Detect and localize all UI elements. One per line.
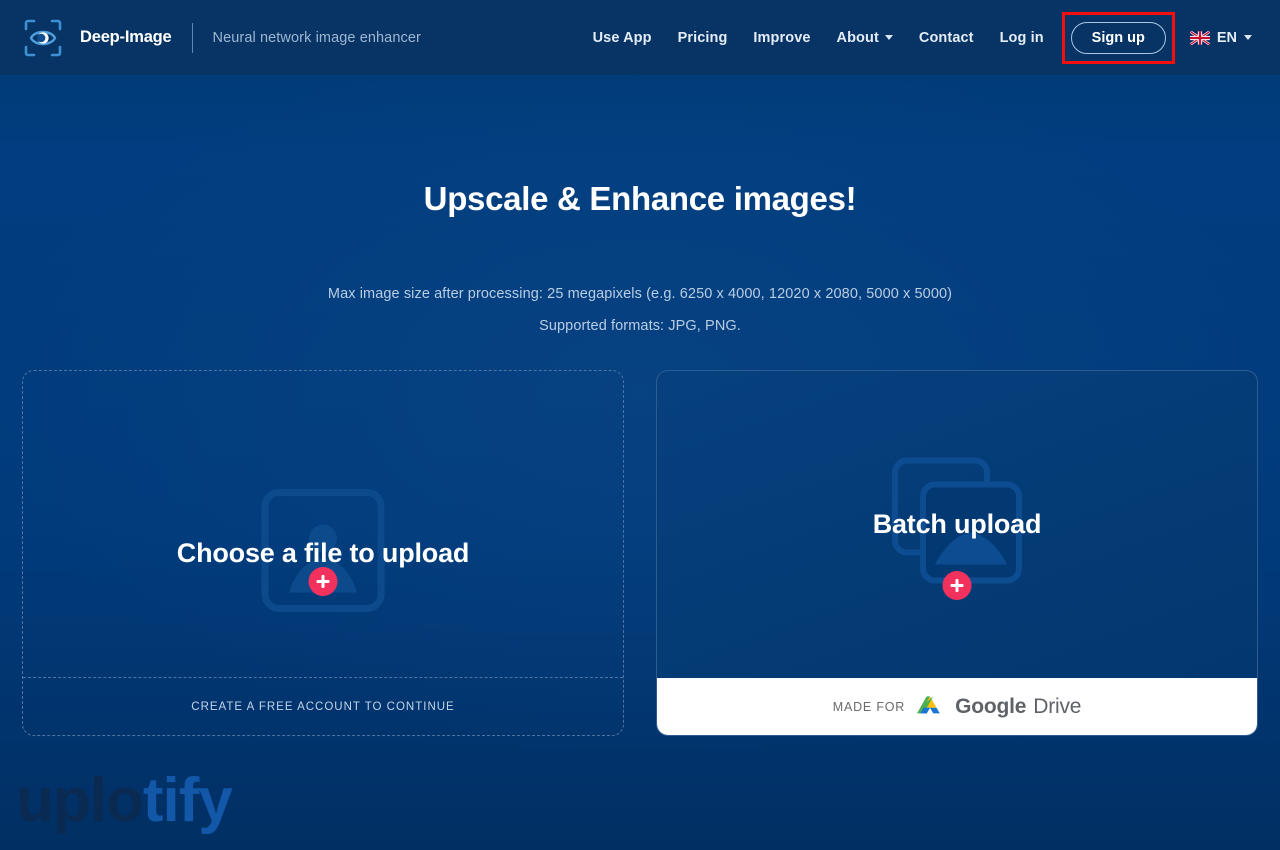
google-drive-footer: MADE FOR Google Drive: [657, 678, 1257, 735]
upload-cards: Choose a file to upload CREATE A FREE AC…: [22, 370, 1258, 736]
nav-label: About: [836, 29, 879, 46]
brand-divider: [191, 22, 193, 53]
language-selector[interactable]: EN: [1178, 22, 1262, 54]
hero-description: Max image size after processing: 25 mega…: [0, 278, 1280, 342]
batch-files-dropzone[interactable]: Batch upload: [657, 371, 1257, 678]
nav-item-log-in[interactable]: Log in: [987, 22, 1057, 54]
nav-item-pricing[interactable]: Pricing: [665, 22, 741, 54]
nav-item-improve[interactable]: Improve: [740, 22, 823, 54]
single-upload-title: Choose a file to upload: [176, 537, 470, 568]
add-batch-files-button[interactable]: [942, 571, 972, 600]
single-upload-card[interactable]: Choose a file to upload CREATE A FREE AC…: [22, 370, 624, 736]
nav-label: Pricing: [677, 29, 728, 46]
drive-word: Drive: [1033, 694, 1082, 718]
nav-label: Use App: [592, 29, 652, 46]
brand-logo[interactable]: Deep-Image Neural network image enhancer: [22, 17, 421, 59]
brand-name: Deep-Image: [80, 28, 172, 46]
chevron-down-icon: [1244, 35, 1252, 40]
batch-upload-dropzone-body: Batch upload: [657, 371, 1257, 678]
language-code: EN: [1216, 29, 1237, 46]
made-for-label: MADE FOR: [832, 699, 906, 714]
create-free-account-link[interactable]: CREATE A FREE ACCOUNT TO CONTINUE: [191, 701, 454, 713]
google-word: Google: [955, 694, 1027, 718]
brand-tagline: Neural network image enhancer: [212, 29, 421, 46]
batch-upload-card[interactable]: Batch upload MADE FOR Google Drive: [656, 370, 1258, 736]
main-navigation: Use App Pricing Improve About Contact Lo…: [580, 11, 1262, 64]
nav-label: Improve: [753, 29, 811, 46]
batch-upload-title: Batch upload: [872, 509, 1042, 539]
hero-section: Upscale & Enhance images! Max image size…: [0, 75, 1280, 342]
nav-label: Log in: [999, 29, 1044, 46]
page-title: Upscale & Enhance images!: [423, 180, 857, 217]
watermark-part-one: uplo: [16, 766, 144, 835]
eye-scan-icon: [22, 17, 64, 59]
sign-up-button[interactable]: Sign up: [1070, 21, 1166, 54]
google-drive-icon: [917, 695, 943, 718]
max-size-text: Max image size after processing: 25 mega…: [327, 286, 953, 302]
chevron-down-icon: [884, 35, 893, 40]
site-header: Deep-Image Neural network image enhancer…: [0, 0, 1280, 75]
watermark-part-two: tify: [142, 766, 233, 835]
signup-highlight-annotation: Sign up: [1061, 11, 1176, 64]
supported-formats-text: Supported formats: JPG, PNG.: [539, 318, 741, 334]
nav-item-about[interactable]: About: [824, 22, 906, 54]
single-upload-footer: CREATE A FREE ACCOUNT TO CONTINUE: [23, 677, 623, 735]
add-file-button[interactable]: [308, 567, 338, 596]
nav-item-use-app[interactable]: Use App: [580, 22, 665, 54]
nav-item-contact[interactable]: Contact: [906, 22, 987, 54]
google-drive-wordmark: Google Drive: [955, 695, 1081, 719]
nav-label: Contact: [918, 29, 974, 46]
uplotify-watermark: uplotify: [16, 765, 233, 836]
uk-flag-icon: [1189, 30, 1210, 45]
